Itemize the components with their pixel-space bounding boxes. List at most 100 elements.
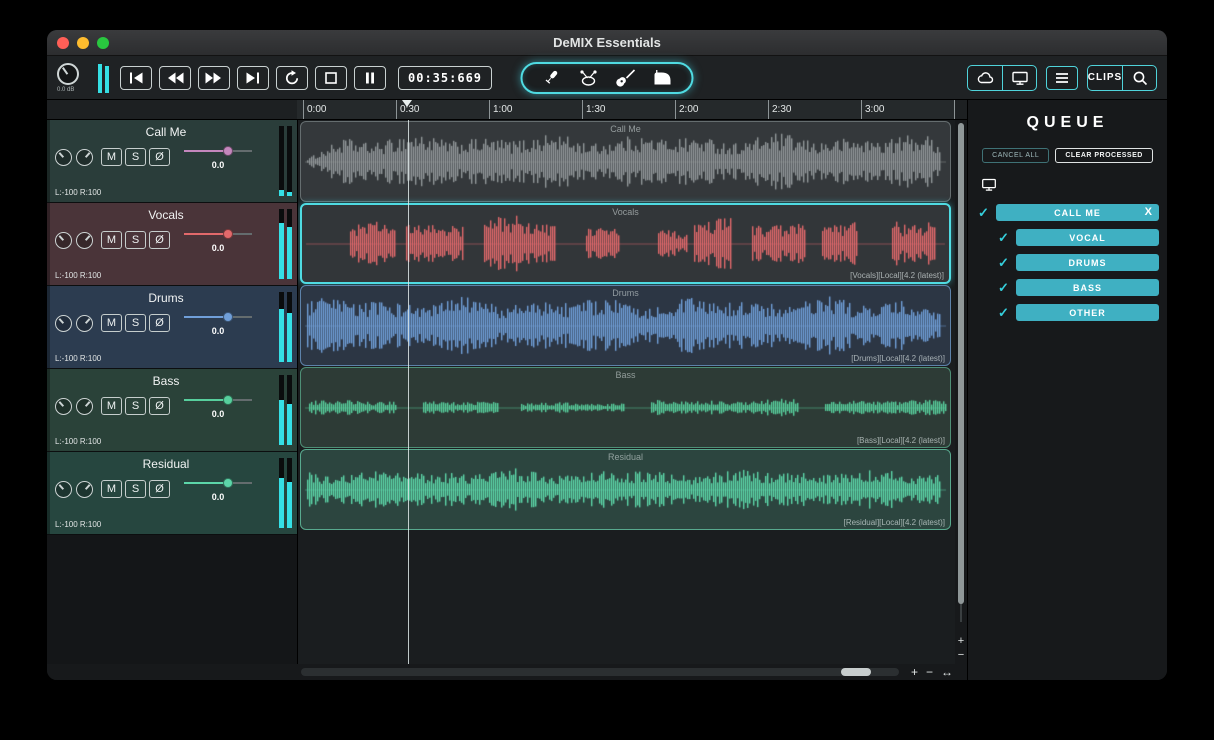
phase-button[interactable]: Ø (149, 231, 170, 249)
mute-button[interactable]: M (101, 480, 122, 498)
solo-button[interactable]: S (125, 314, 146, 332)
mute-button[interactable]: M (101, 231, 122, 249)
mute-button[interactable]: M (101, 148, 122, 166)
pan-knob[interactable] (76, 231, 93, 249)
track-header-vocals[interactable]: Vocals M S Ø 0.0 L:-100 R:100 (47, 203, 297, 286)
volume-slider[interactable] (184, 476, 252, 490)
master-gain-knob[interactable] (57, 62, 79, 85)
volume-slider[interactable] (184, 393, 252, 407)
phase-button[interactable]: Ø (149, 314, 170, 332)
zoom-out-button[interactable]: − (926, 666, 933, 678)
volume-thumb[interactable] (223, 146, 234, 156)
window-title: DeMIX Essentials (553, 35, 661, 50)
pan-knob[interactable] (76, 314, 93, 332)
remove-job-button[interactable]: X (1145, 206, 1153, 219)
mute-button[interactable]: M (101, 397, 122, 415)
volume-value: 0.0 (211, 160, 225, 170)
stop-button[interactable] (315, 65, 347, 90)
ruler-right-spacer (955, 100, 967, 120)
hscroll-handle[interactable] (841, 668, 871, 676)
zoom-window-button[interactable] (97, 36, 109, 49)
hamburger-icon (1056, 72, 1068, 83)
track-header-call-me[interactable]: Call Me M S Ø 0.0 L:-100 R:100 (47, 120, 297, 203)
track-level-meters (279, 126, 292, 196)
pause-button[interactable] (354, 65, 386, 90)
track-level-meters (279, 209, 292, 279)
gain-knob[interactable] (55, 314, 72, 332)
volume-slider[interactable] (184, 310, 252, 324)
volume-thumb[interactable] (223, 229, 234, 239)
waveform-lanes: Call Me Vocals [Vocals][Local][4.2 (latest… (297, 120, 955, 664)
menu-button[interactable] (1046, 65, 1078, 90)
skip-end-button[interactable] (237, 65, 269, 90)
skip-start-button[interactable] (120, 65, 152, 90)
pan-range-label: L:-100 R:100 (55, 271, 102, 280)
phase-button[interactable]: Ø (149, 480, 170, 498)
volume-value: 0.0 (211, 409, 225, 419)
search-button[interactable] (1122, 65, 1156, 90)
playhead-line[interactable] (408, 120, 409, 664)
clips-button[interactable]: CLIPS (1088, 66, 1122, 90)
gain-knob[interactable] (55, 480, 72, 498)
track-header-drums[interactable]: Drums M S Ø 0.0 L:-100 R:100 (47, 286, 297, 369)
gain-knob[interactable] (55, 397, 72, 415)
track-name: Bass (152, 374, 180, 388)
rewind-button[interactable] (159, 65, 191, 90)
queue-stem-pill[interactable]: DRUMS (1016, 254, 1159, 271)
phase-button[interactable]: Ø (149, 397, 170, 415)
mute-button[interactable]: M (101, 314, 122, 332)
track-header-bass[interactable]: Bass M S Ø 0.0 L:-100 R:100 (47, 369, 297, 452)
pan-knob[interactable] (76, 148, 93, 166)
queue-stem-pill[interactable]: BASS (1016, 279, 1159, 296)
lane-bass[interactable]: Bass [Bass][Local][4.2 (latest)] (300, 367, 951, 448)
volume-thumb[interactable] (223, 312, 234, 322)
zoom-in-button[interactable]: + (911, 666, 918, 678)
vscroll-handle[interactable] (958, 123, 964, 604)
drum-kit-icon[interactable] (578, 69, 600, 87)
guitar-icon[interactable] (615, 68, 637, 87)
queue-job-pill[interactable]: CALL ME X (996, 204, 1159, 221)
solo-button[interactable]: S (125, 480, 146, 498)
lane-vocals[interactable]: Vocals [Vocals][Local][4.2 (latest)] (300, 203, 951, 284)
track-header-residual[interactable]: Residual M S Ø 0.0 L:-100 R:100 (47, 452, 297, 535)
vertical-zoom-out-button[interactable]: − (958, 650, 964, 661)
vertical-scrollbar[interactable]: + − (955, 120, 967, 664)
volume-thumb[interactable] (223, 395, 234, 405)
gain-knob[interactable] (55, 148, 72, 166)
solo-button[interactable]: S (125, 231, 146, 249)
phase-button[interactable]: Ø (149, 148, 170, 166)
gain-knob[interactable] (55, 231, 72, 249)
cloud-processing-button[interactable] (968, 66, 1002, 90)
volume-slider[interactable] (184, 144, 252, 158)
minimize-window-button[interactable] (77, 36, 89, 49)
time-ruler[interactable]: 0:000:301:001:302:002:303:003 (297, 100, 955, 120)
stem-selector-pill[interactable] (520, 61, 694, 94)
queue-stem-row-vocal: ✓ VOCAL (976, 229, 1159, 246)
queue-stem-row-drums: ✓ DRUMS (976, 254, 1159, 271)
lane-call-me[interactable]: Call Me (300, 121, 951, 202)
queue-stem-pill[interactable]: VOCAL (1016, 229, 1159, 246)
pan-knob[interactable] (76, 480, 93, 498)
microphone-icon[interactable] (541, 69, 563, 87)
playhead-marker[interactable] (402, 100, 412, 107)
cancel-all-button[interactable]: CANCEL ALL (982, 148, 1050, 163)
ruler-tick: 2:30 (768, 100, 791, 119)
clear-processed-button[interactable]: CLEAR PROCESSED (1055, 148, 1153, 163)
zoom-fit-button[interactable]: ↔ (941, 666, 953, 678)
ruler-tick: 1:00 (489, 100, 512, 119)
close-window-button[interactable] (57, 36, 69, 49)
volume-thumb[interactable] (223, 478, 234, 488)
hscroll-track[interactable] (301, 668, 899, 676)
piano-icon[interactable] (652, 69, 674, 87)
volume-slider[interactable] (184, 227, 252, 241)
local-processing-button[interactable] (1002, 65, 1036, 90)
loop-button[interactable] (276, 65, 308, 90)
solo-button[interactable]: S (125, 148, 146, 166)
fast-forward-button[interactable] (198, 65, 230, 90)
solo-button[interactable]: S (125, 397, 146, 415)
queue-stem-pill[interactable]: OTHER (1016, 304, 1159, 321)
pan-knob[interactable] (76, 397, 93, 415)
lane-residual[interactable]: Residual [Residual][Local][4.2 (latest)] (300, 449, 951, 530)
vertical-zoom-in-button[interactable]: + (958, 636, 964, 647)
lane-drums[interactable]: Drums [Drums][Local][4.2 (latest)] (300, 285, 951, 366)
